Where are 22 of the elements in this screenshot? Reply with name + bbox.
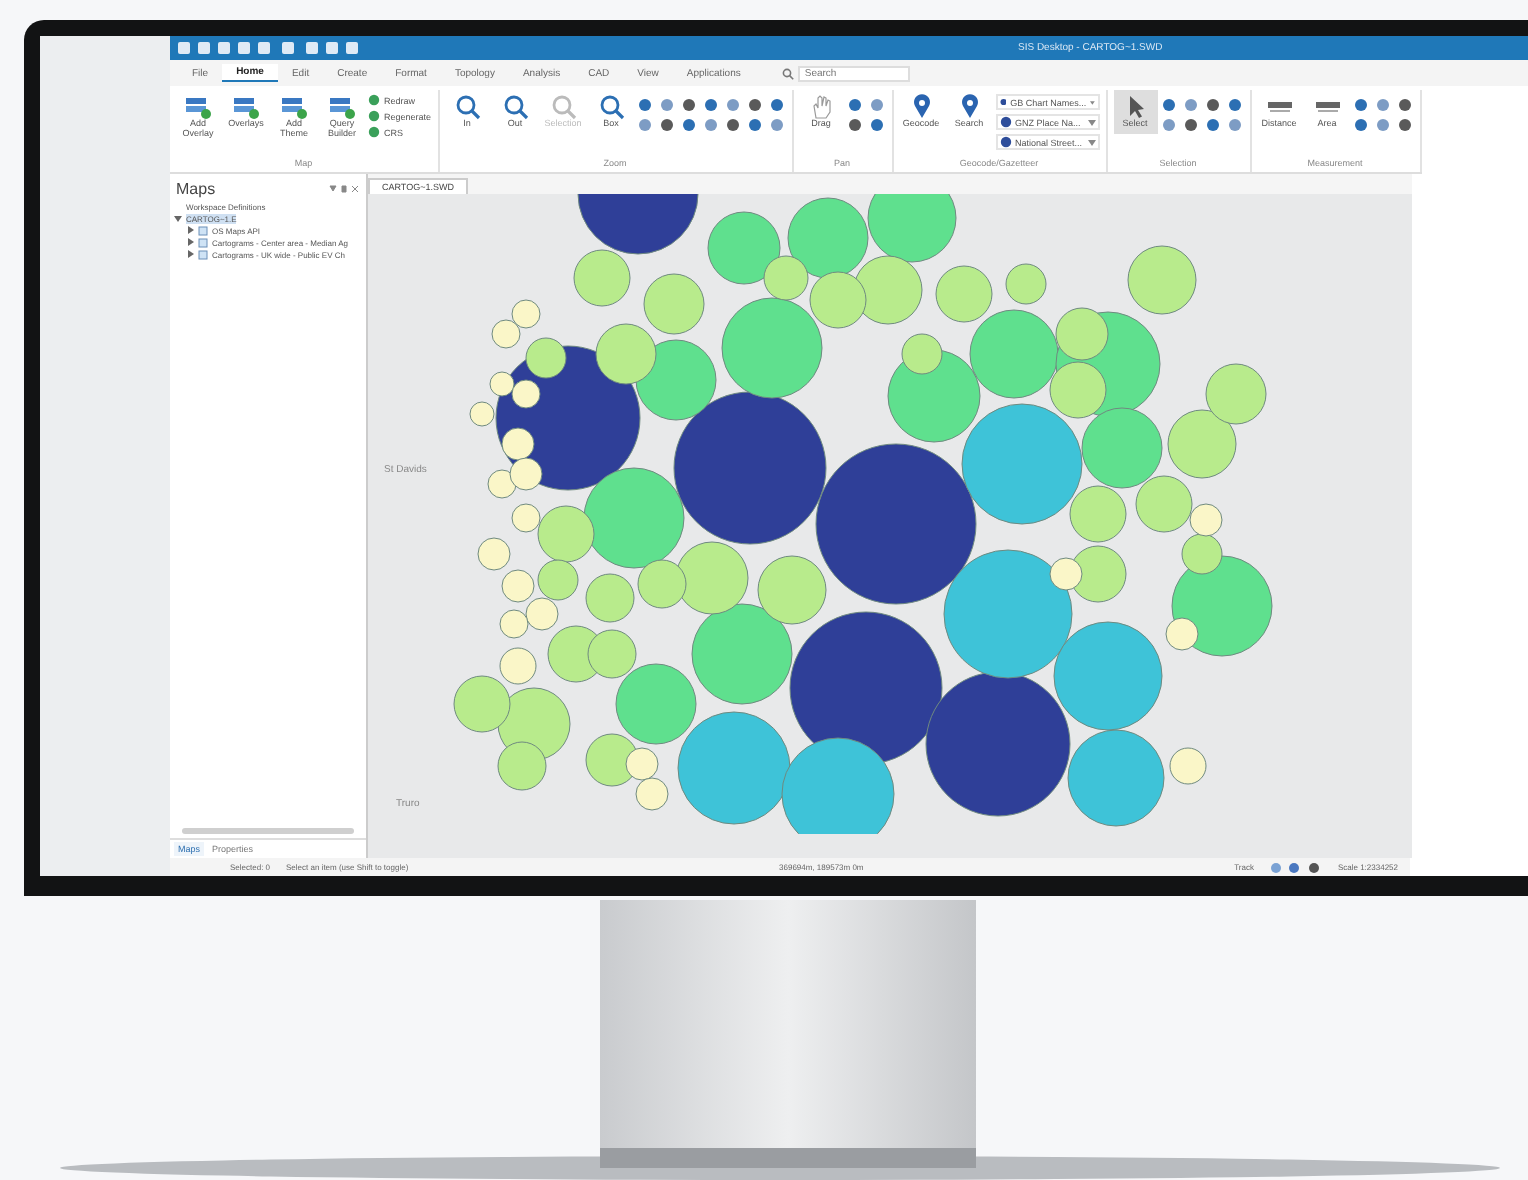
layers-icon — [232, 94, 260, 120]
quick-access-icons[interactable] — [178, 40, 358, 56]
collapsed-arrow-icon[interactable] — [186, 226, 194, 234]
layers-icon — [328, 94, 356, 120]
panel-controls-icon[interactable] — [328, 184, 360, 194]
magnifier-icon — [453, 94, 482, 120]
magnifier-icon — [597, 94, 626, 120]
status-icons[interactable] — [1269, 861, 1322, 873]
caret-icon — [1087, 119, 1096, 125]
magnifier-icon — [549, 94, 578, 120]
collapsed-arrow-icon[interactable] — [186, 238, 194, 246]
magnifier-icon — [501, 94, 530, 120]
hand-icon — [807, 94, 836, 120]
search-icon — [782, 67, 795, 79]
scrollbar[interactable] — [182, 828, 354, 834]
expanded-arrow-icon[interactable] — [174, 214, 182, 222]
caret-icon — [1087, 139, 1096, 145]
collapsed-arrow-icon[interactable] — [186, 250, 194, 258]
layers-icon — [280, 94, 308, 120]
caret-icon — [1090, 99, 1096, 105]
layers-icon — [184, 94, 212, 120]
panel-title: Maps — [176, 180, 216, 198]
